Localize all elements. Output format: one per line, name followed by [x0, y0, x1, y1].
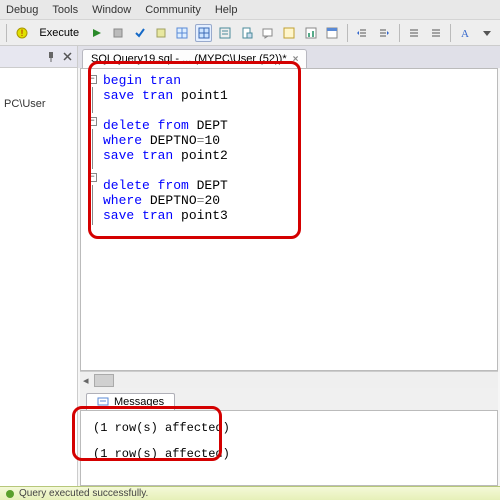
messages-tab[interactable]: Messages	[86, 393, 175, 410]
menu-community[interactable]: Community	[145, 4, 201, 16]
message-line: (1 row(s) affected)	[93, 447, 485, 461]
menu-debug[interactable]: Debug	[6, 4, 38, 16]
comment-out-icon[interactable]	[406, 24, 423, 42]
sql-editor[interactable]: − − − begin tran save tran point1 delete…	[80, 68, 498, 371]
menu-tools[interactable]: Tools	[52, 4, 78, 16]
sidebar-header	[0, 46, 77, 68]
play-icon[interactable]	[88, 24, 105, 42]
text-results-icon[interactable]	[216, 24, 233, 42]
success-icon	[6, 490, 14, 498]
grid2-icon[interactable]	[195, 24, 212, 42]
document-tab-row: SQLQuery19.sql - ... (MYPC\User (52))* ×	[78, 46, 500, 68]
chevron-down-icon[interactable]	[479, 24, 496, 42]
messages-output[interactable]: (1 row(s) affected) (1 row(s) affected)	[80, 410, 498, 486]
comment-icon[interactable]	[259, 24, 276, 42]
stats-icon[interactable]	[302, 24, 319, 42]
fold-icon[interactable]: −	[88, 75, 97, 84]
menu-bar: Debug Tools Window Community Help	[0, 0, 500, 20]
pin-icon[interactable]	[44, 50, 58, 64]
menu-help[interactable]: Help	[215, 4, 238, 16]
main-pane: SQLQuery19.sql - ... (MYPC\User (52))* ×…	[78, 46, 500, 486]
font-icon[interactable]: A	[457, 24, 474, 42]
messages-tab-label: Messages	[114, 396, 164, 408]
svg-text:A: A	[461, 28, 469, 39]
toolbar: ! Execute	[0, 20, 500, 46]
separator	[399, 24, 400, 42]
menu-window[interactable]: Window	[92, 4, 131, 16]
execute-label: Execute	[39, 27, 79, 39]
tab-title: SQLQuery19.sql - ... (MYPC\User (52))*	[91, 53, 287, 65]
separator	[6, 24, 7, 42]
uncomment-icon[interactable]	[427, 24, 444, 42]
fold-icon[interactable]: −	[88, 117, 97, 126]
document-tab[interactable]: SQLQuery19.sql - ... (MYPC\User (52))* ×	[82, 49, 307, 68]
fold-gutter[interactable]: − − −	[85, 73, 99, 366]
grid1-icon[interactable]	[174, 24, 191, 42]
indent-left-icon[interactable]	[354, 24, 371, 42]
fold-icon[interactable]: −	[88, 173, 97, 182]
check-icon[interactable]	[131, 24, 148, 42]
sidebar-tree[interactable]: PC\User	[0, 68, 77, 114]
status-bar: Query executed successfully.	[0, 486, 500, 500]
stop-square-icon[interactable]	[110, 24, 127, 42]
status-text: Query executed successfully.	[19, 488, 148, 499]
close-tab-icon[interactable]: ×	[293, 54, 299, 65]
message-line: (1 row(s) affected)	[93, 421, 485, 435]
results-tab-row: Messages	[80, 388, 498, 410]
file-results-icon[interactable]	[238, 24, 255, 42]
separator	[450, 24, 451, 42]
close-icon[interactable]	[60, 50, 74, 64]
scroll-left-icon[interactable]: ◂	[80, 374, 92, 387]
window-icon[interactable]	[323, 24, 340, 42]
code-text[interactable]: begin tran save tran point1 delete from …	[99, 73, 228, 366]
scroll-thumb[interactable]	[94, 374, 114, 387]
plan-icon[interactable]	[281, 24, 298, 42]
indent-right-icon[interactable]	[375, 24, 392, 42]
content-area: PC\User SQLQuery19.sql - ... (MYPC\User …	[0, 46, 500, 486]
tree-node[interactable]: PC\User	[4, 98, 46, 110]
svg-text:!: !	[20, 28, 23, 38]
messages-icon	[97, 396, 109, 408]
execute-button[interactable]: Execute	[34, 23, 84, 43]
separator	[347, 24, 348, 42]
db-icon[interactable]	[152, 24, 169, 42]
editor-horizontal-scrollbar[interactable]: ◂	[80, 371, 498, 388]
object-explorer: PC\User	[0, 46, 78, 486]
stop-icon[interactable]: !	[13, 24, 30, 42]
